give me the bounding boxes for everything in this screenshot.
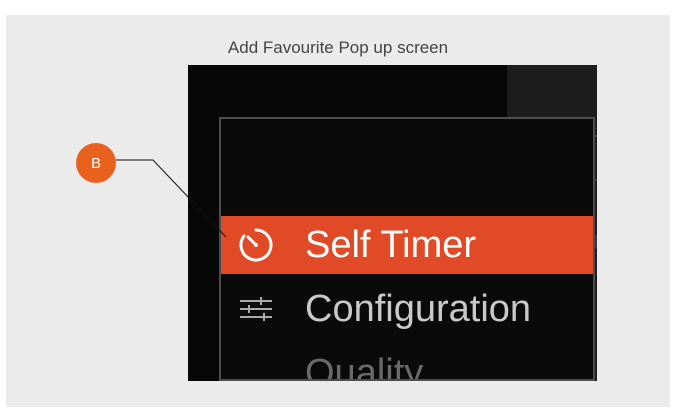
callout-label: B — [90, 154, 101, 172]
callout-leader-line — [116, 159, 227, 238]
callout-badge: B — [76, 143, 116, 183]
